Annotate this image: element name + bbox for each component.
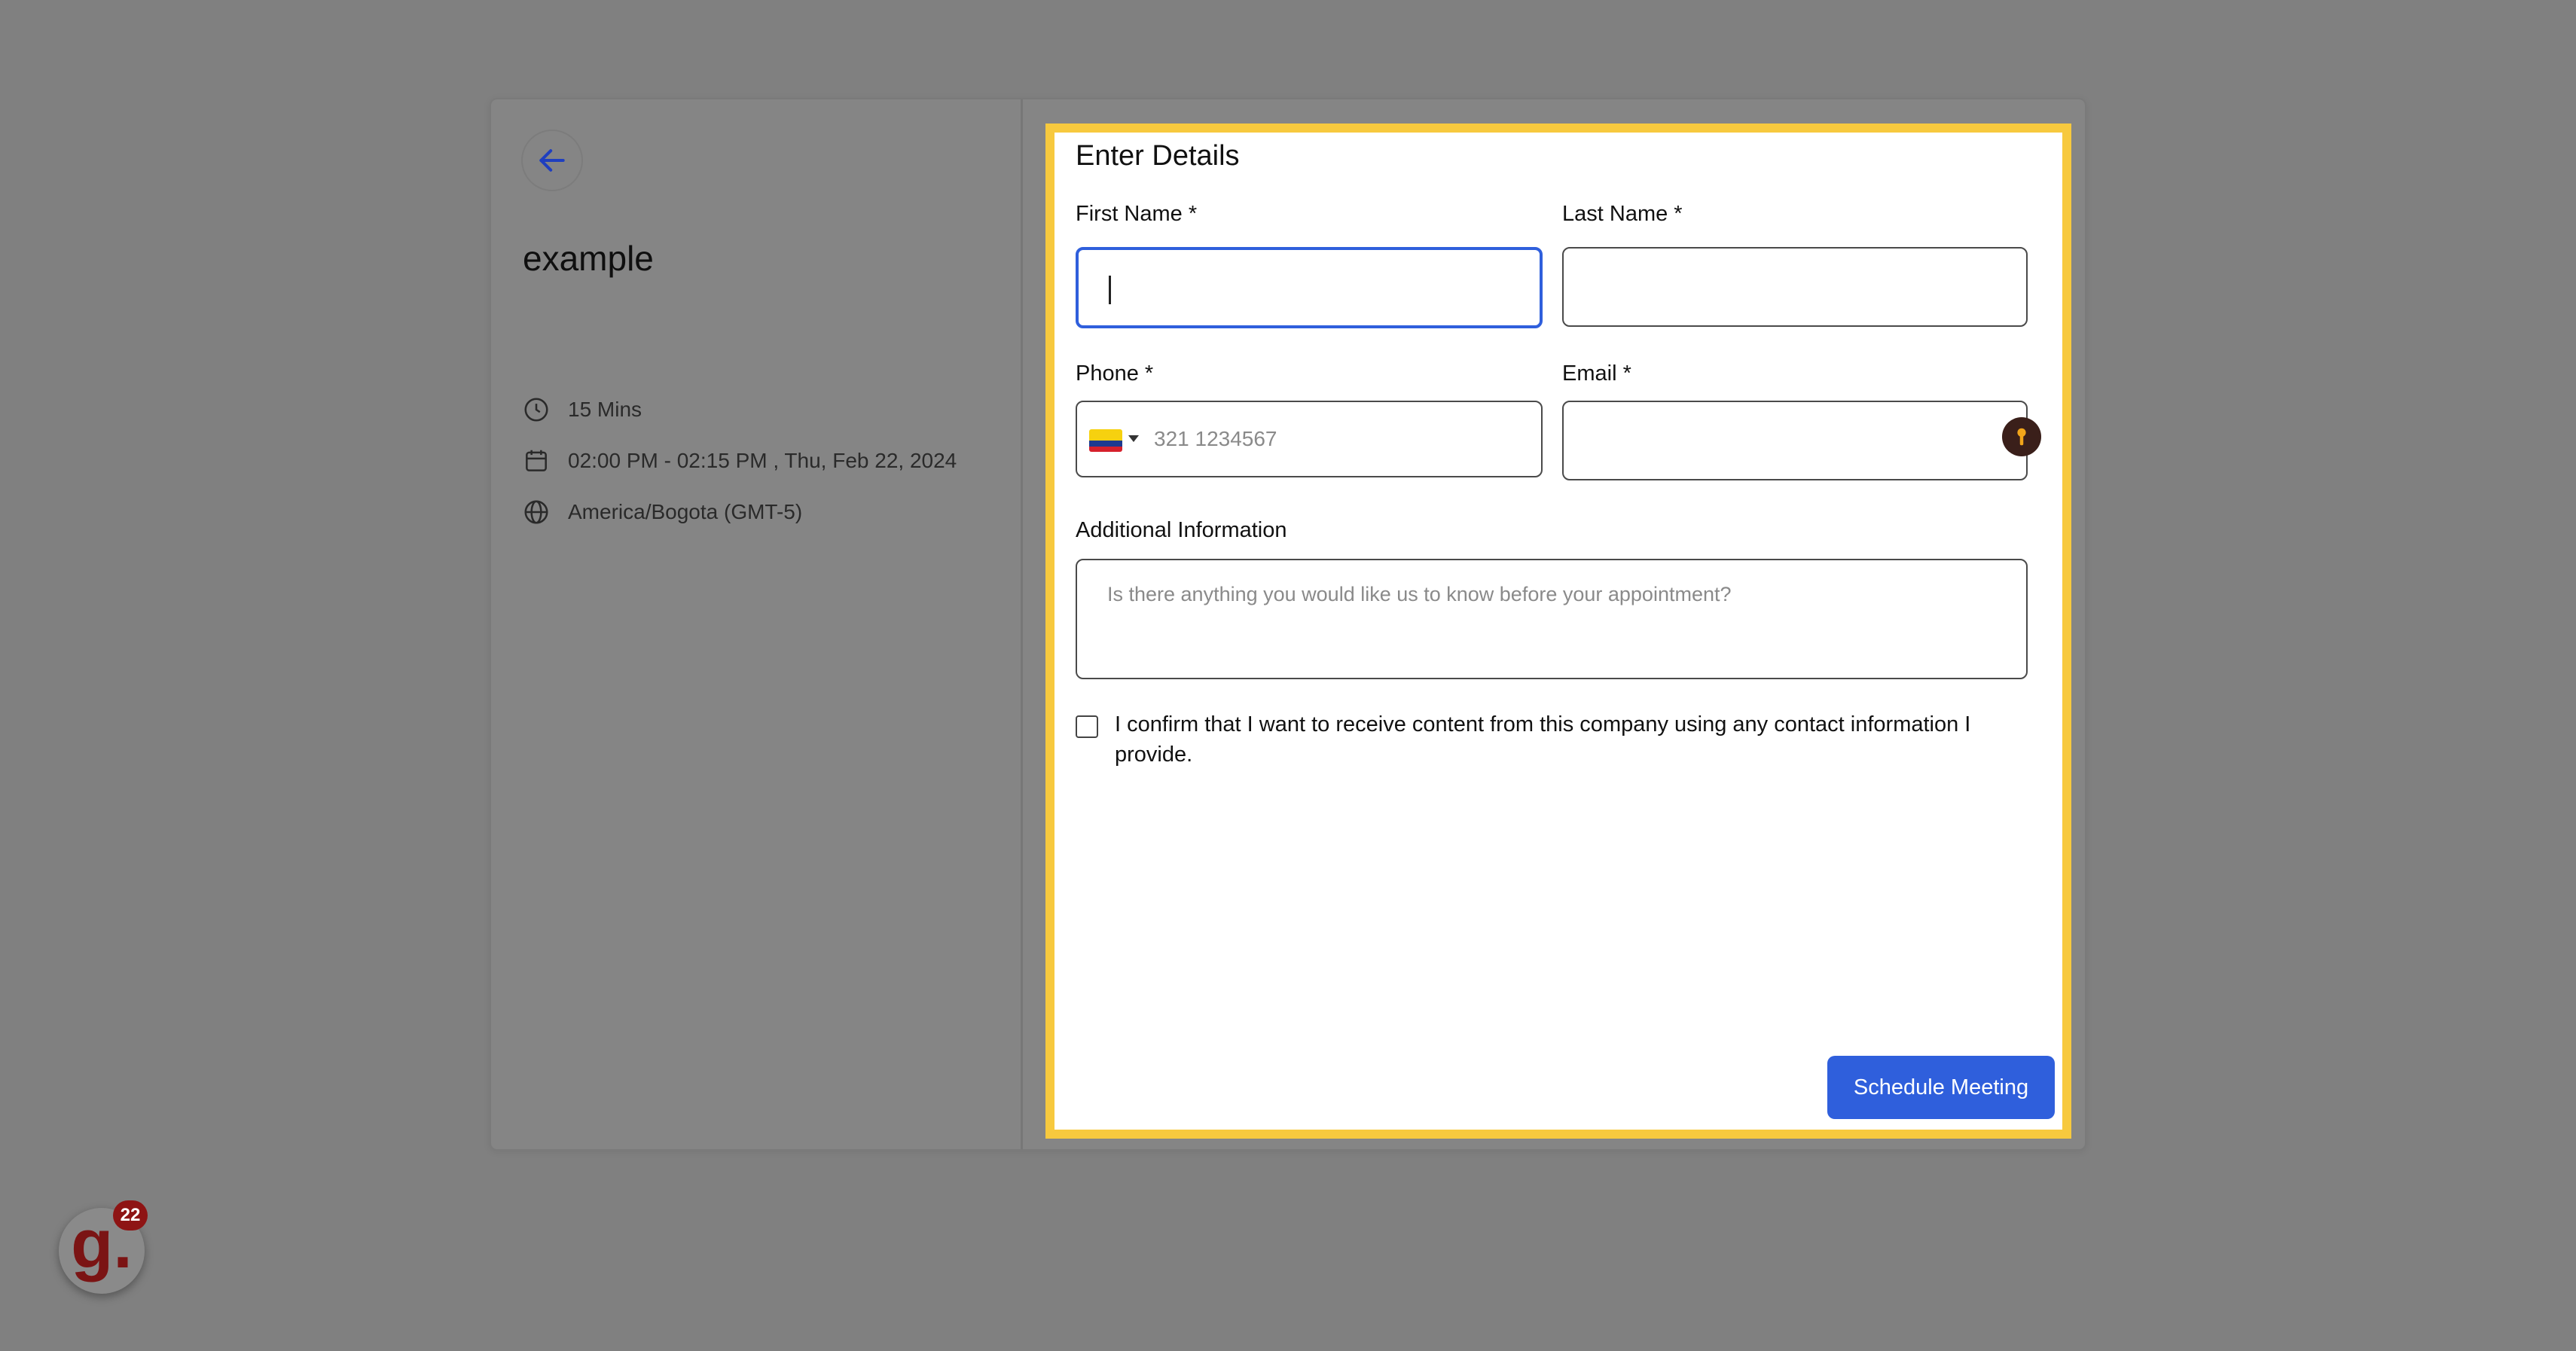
calendar-icon bbox=[521, 446, 551, 476]
details-form: Enter Details First Name * Last Name * P… bbox=[1045, 124, 2071, 1139]
globe-icon bbox=[521, 497, 551, 527]
consent-text: I confirm that I want to receive content… bbox=[1115, 712, 1971, 767]
text-caret bbox=[1109, 276, 1111, 304]
clock-icon bbox=[521, 395, 551, 425]
schedule-meeting-button[interactable]: Schedule Meeting bbox=[1827, 1056, 2055, 1119]
event-datetime: 02:00 PM - 02:15 PM , Thu, Feb 22, 2024 bbox=[521, 446, 957, 476]
event-title: example bbox=[523, 239, 654, 278]
additional-info-textarea[interactable] bbox=[1076, 559, 2028, 679]
phone-input[interactable] bbox=[1152, 402, 1529, 476]
phone-field bbox=[1076, 401, 1543, 477]
last-name-label: Last Name * bbox=[1562, 202, 1683, 226]
arrow-left-icon bbox=[539, 149, 565, 172]
duration-text: 15 Mins bbox=[568, 398, 642, 421]
form-heading: Enter Details bbox=[1076, 140, 1240, 172]
email-input[interactable] bbox=[1562, 401, 2028, 480]
password-manager-icon[interactable] bbox=[2002, 417, 2041, 456]
consent-checkbox[interactable] bbox=[1076, 715, 1098, 738]
event-timezone: America/Bogota (GMT-5) bbox=[521, 497, 802, 527]
last-name-input[interactable] bbox=[1562, 247, 2028, 327]
event-duration: 15 Mins bbox=[521, 395, 642, 425]
colombia-flag-icon[interactable] bbox=[1089, 429, 1122, 452]
additional-info-label: Additional Information bbox=[1076, 518, 1287, 542]
chevron-down-icon[interactable] bbox=[1128, 435, 1139, 442]
datetime-text: 02:00 PM - 02:15 PM , Thu, Feb 22, 2024 bbox=[568, 449, 957, 472]
event-summary-pane: example 15 Mins 02:00 PM - 02:15 PM , Th… bbox=[491, 99, 1023, 1149]
phone-label: Phone * bbox=[1076, 361, 1154, 386]
back-button[interactable] bbox=[521, 130, 583, 191]
email-label: Email * bbox=[1562, 361, 1631, 386]
chat-widget-launcher[interactable]: g. 22 bbox=[59, 1200, 148, 1294]
timezone-text: America/Bogota (GMT-5) bbox=[568, 500, 803, 523]
first-name-label: First Name * bbox=[1076, 202, 1198, 226]
consent-row: I confirm that I want to receive content… bbox=[1076, 709, 2047, 770]
notification-badge: 22 bbox=[113, 1200, 148, 1231]
first-name-input[interactable] bbox=[1076, 247, 1543, 328]
